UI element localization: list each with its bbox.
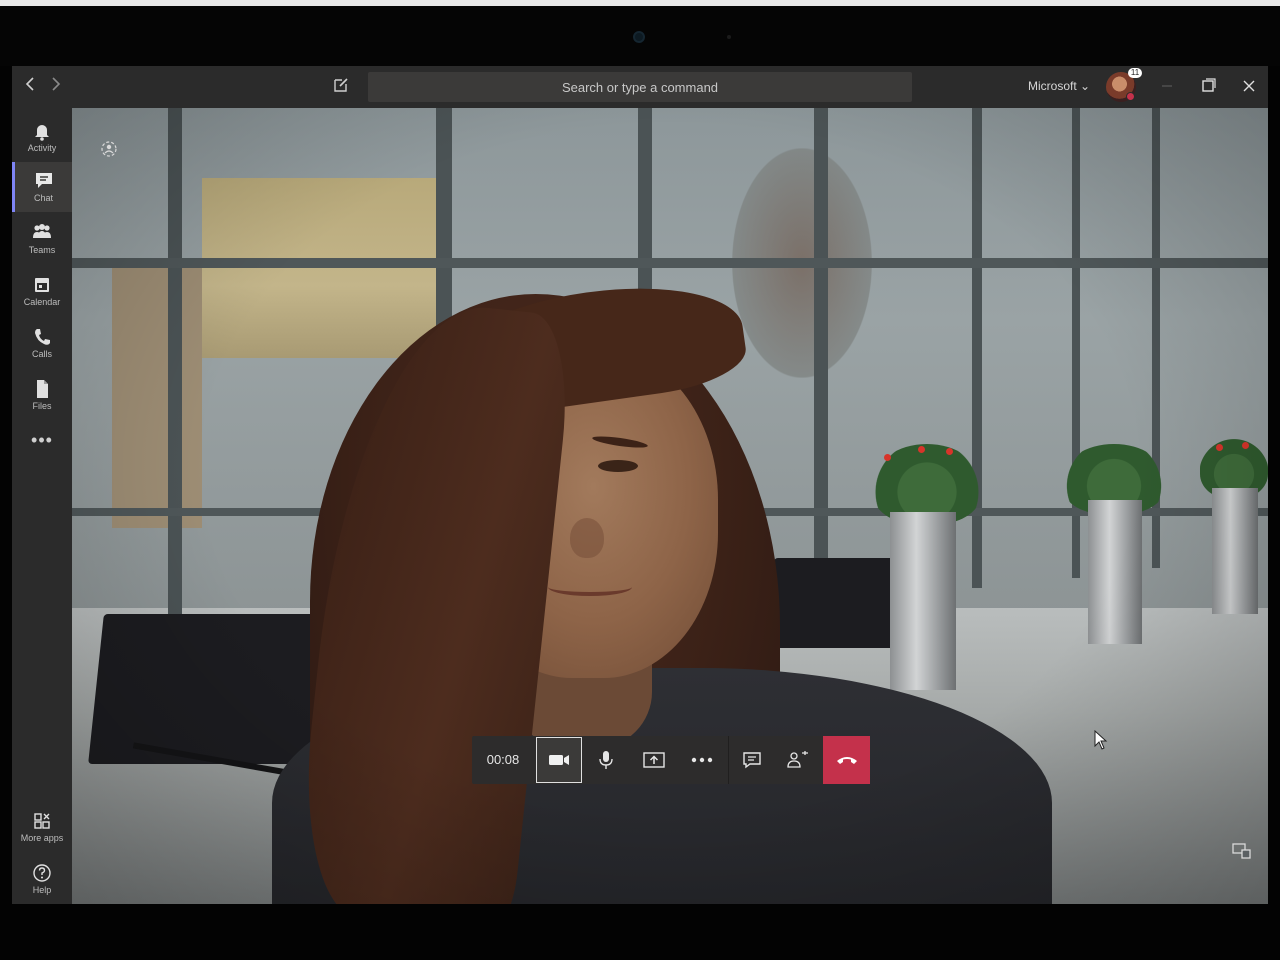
rail-item-label: Calendar	[23, 297, 61, 307]
background-effects-button[interactable]	[100, 140, 120, 160]
file-icon	[37, 380, 48, 398]
show-conversation-button[interactable]	[728, 736, 776, 784]
rail-item-label: Activity	[27, 143, 57, 153]
rail-item-activity[interactable]: Activity	[12, 112, 72, 162]
tenant-switcher[interactable]: Microsoft ⌄	[1028, 79, 1090, 93]
app-rail: Activity Chat Teams Calendar Calls Files…	[12, 108, 72, 904]
microphone-toggle-button[interactable]	[582, 736, 630, 784]
close-button[interactable]	[1234, 74, 1264, 100]
participants-icon	[787, 751, 808, 768]
rail-item-label: Chat	[33, 193, 53, 203]
calendar-icon	[35, 278, 49, 292]
bezel-strip	[0, 0, 1280, 6]
rail-item-label: Files	[32, 401, 52, 411]
phone-icon	[35, 329, 50, 345]
teams-window: Microsoft ⌄ 11 Activity Chat Teams Cal	[12, 66, 1268, 904]
rail-item-label: Help	[32, 885, 52, 895]
call-controls: 00:08	[472, 736, 870, 784]
video-vignette	[72, 108, 1268, 904]
rail-item-teams[interactable]: Teams	[12, 214, 72, 264]
mouse-cursor-icon	[1094, 730, 1108, 750]
webcam-lens	[633, 31, 645, 43]
restore-icon	[1202, 78, 1216, 92]
minimize-button[interactable]	[1152, 74, 1182, 100]
chat-icon	[35, 173, 52, 188]
rail-item-help[interactable]: Help	[12, 854, 72, 904]
teams-icon	[33, 224, 51, 238]
title-bar: Microsoft ⌄ 11	[12, 66, 1268, 108]
hang-up-button[interactable]	[823, 736, 870, 784]
device-switch-icon	[1232, 843, 1251, 859]
forward-button[interactable]	[46, 76, 66, 98]
notification-badge: 11	[1128, 68, 1142, 78]
device-bezel	[0, 0, 1280, 66]
show-participants-button[interactable]	[774, 736, 822, 784]
apps-icon	[34, 813, 50, 829]
call-timer: 00:08	[486, 752, 520, 767]
help-icon	[33, 864, 51, 882]
rail-item-label: Teams	[28, 245, 56, 255]
presence-status-icon	[1126, 92, 1135, 101]
chevron-left-icon	[25, 77, 34, 91]
rail-item-label: Calls	[31, 349, 52, 359]
rail-item-calls[interactable]: Calls	[12, 318, 72, 368]
compose-icon	[334, 78, 348, 92]
maximize-button[interactable]	[1194, 74, 1224, 100]
search-input[interactable]	[368, 72, 912, 102]
share-screen-button[interactable]	[630, 736, 678, 784]
more-horizontal-icon	[691, 757, 713, 763]
close-icon	[1243, 80, 1255, 92]
more-options-button[interactable]: •••	[12, 430, 72, 451]
background-blur-icon	[101, 141, 117, 157]
rail-item-chat[interactable]: Chat	[12, 162, 72, 212]
back-button[interactable]	[20, 76, 40, 98]
microphone-icon	[599, 751, 613, 769]
new-chat-button[interactable]	[332, 76, 354, 98]
chat-bubble-icon	[743, 752, 761, 769]
share-screen-icon	[643, 752, 665, 768]
video-camera-icon	[549, 755, 569, 765]
chevron-right-icon	[52, 77, 61, 91]
rail-item-label: More apps	[20, 833, 64, 843]
webcam-sensor	[727, 35, 731, 39]
rail-item-more-apps[interactable]: More apps	[12, 802, 72, 852]
minimize-icon	[1162, 85, 1172, 87]
camera-toggle-button[interactable]	[536, 737, 582, 783]
rail-item-files[interactable]: Files	[12, 370, 72, 420]
device-settings-button[interactable]	[1232, 842, 1266, 872]
hang-up-icon	[836, 757, 857, 764]
bell-icon	[35, 125, 49, 141]
rail-item-calendar[interactable]: Calendar	[12, 266, 72, 316]
more-actions-button[interactable]	[678, 736, 726, 784]
video-stage: 00:08	[72, 108, 1268, 904]
